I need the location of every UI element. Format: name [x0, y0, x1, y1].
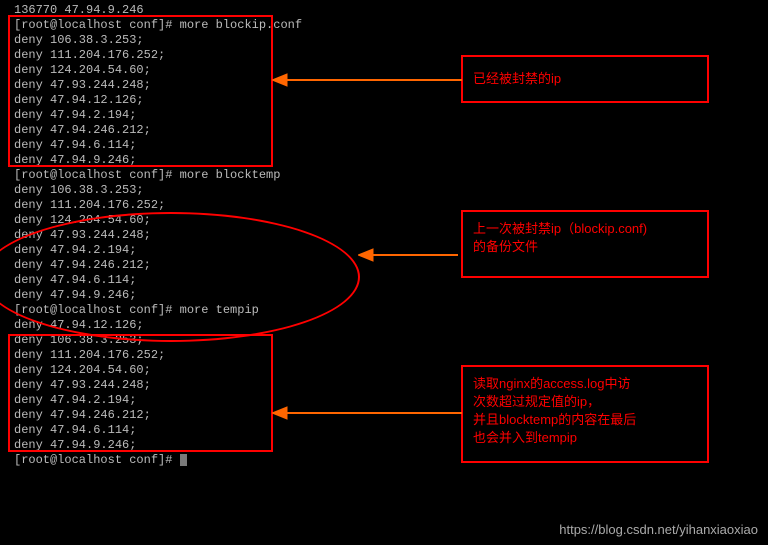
- term-line: deny 124.204.54.60;: [14, 213, 302, 228]
- term-line: deny 47.94.246.212;: [14, 258, 302, 273]
- annotation-text: 读取nginx的access.log中访: [473, 375, 697, 393]
- annotation-text: 已经被封禁的ip: [473, 70, 561, 88]
- annotation-text: 的备份文件: [473, 238, 697, 256]
- term-line: deny 47.94.6.114;: [14, 273, 302, 288]
- cursor-icon: [180, 454, 187, 466]
- term-line: [root@localhost conf]# more tempip: [14, 303, 302, 318]
- term-line: deny 106.38.3.253;: [14, 183, 302, 198]
- watermark: https://blog.csdn.net/yihanxiaoxiao: [559, 522, 758, 537]
- term-line: [root@localhost conf]#: [14, 453, 302, 468]
- annotation-backup-file: 上一次被封禁ip（blockip.conf) 的备份文件: [461, 210, 709, 278]
- term-line: deny 47.93.244.248;: [14, 228, 302, 243]
- term-line: deny 47.94.9.246;: [14, 288, 302, 303]
- annotation-blocked-ip: 已经被封禁的ip: [461, 55, 709, 103]
- annotation-text: 也会并入到tempip: [473, 429, 697, 447]
- annotation-text: 次数超过规定值的ip，: [473, 393, 697, 411]
- term-line: deny 47.94.2.194;: [14, 243, 302, 258]
- highlight-box-blockip: [8, 15, 273, 167]
- annotation-text: 并且blocktemp的内容在最后: [473, 411, 697, 429]
- arrow-icon: [272, 70, 472, 90]
- term-line: [root@localhost conf]# more blocktemp: [14, 168, 302, 183]
- term-line: deny 111.204.176.252;: [14, 198, 302, 213]
- arrow-icon: [358, 245, 468, 265]
- annotation-text: 上一次被封禁ip（blockip.conf): [473, 220, 697, 238]
- annotation-tempip: 读取nginx的access.log中访 次数超过规定值的ip， 并且block…: [461, 365, 709, 463]
- highlight-box-tempip: [8, 334, 273, 452]
- arrow-icon: [272, 403, 472, 423]
- term-line: deny 47.94.12.126;: [14, 318, 302, 333]
